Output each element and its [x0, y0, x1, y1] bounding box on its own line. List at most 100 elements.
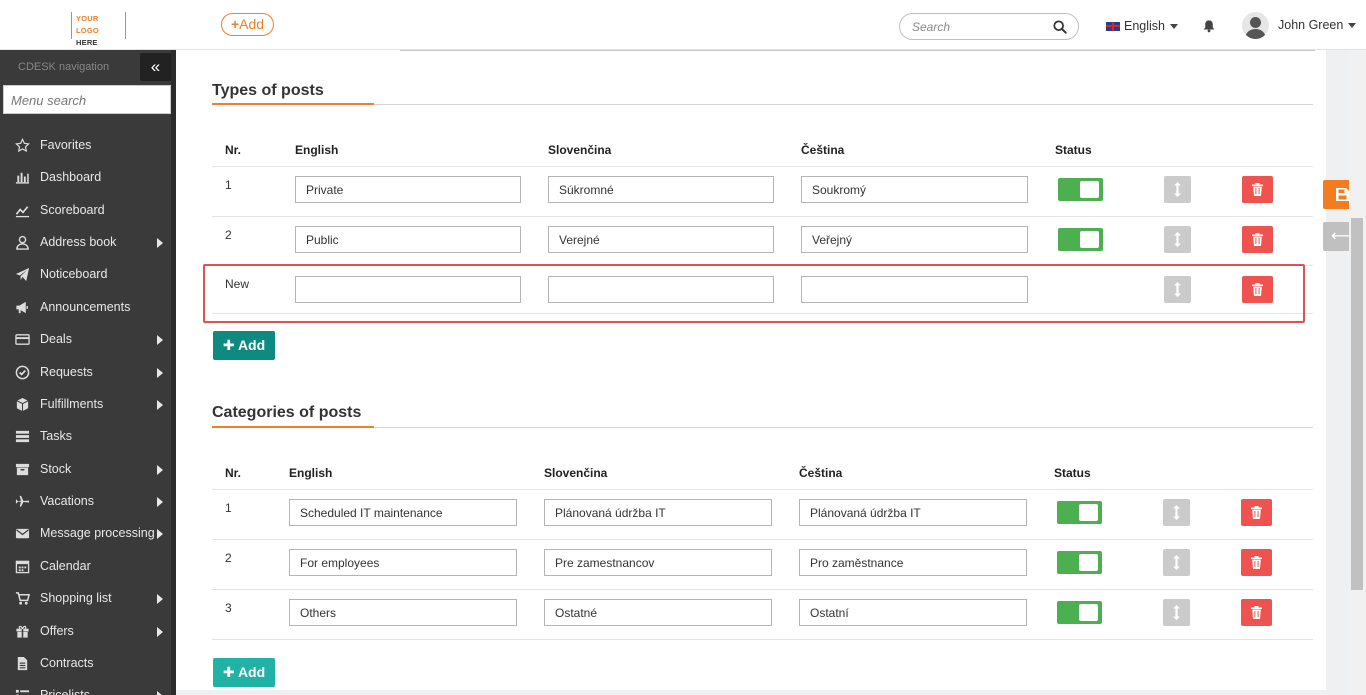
row-number: 3	[225, 601, 232, 615]
add-category-button[interactable]: ✚ Add	[213, 658, 275, 687]
english-field[interactable]	[289, 499, 517, 526]
status-toggle[interactable]	[1058, 228, 1103, 251]
english-field[interactable]	[295, 226, 521, 253]
chevron-right-icon	[157, 368, 163, 378]
slovak-field[interactable]	[548, 226, 774, 253]
sidebar-item-label: Noticeboard	[40, 267, 108, 281]
sidebar-item-favorites[interactable]: Favorites	[0, 129, 171, 161]
sidebar-item-label: Offers	[40, 624, 74, 638]
sidebar-item-calendar[interactable]: Calendar	[0, 550, 171, 582]
sidebar-item-contracts[interactable]: Contracts	[0, 647, 171, 679]
sidebar-item-label: Address book	[40, 235, 117, 249]
sidebar-item-scoreboard[interactable]: Scoreboard	[0, 194, 171, 226]
sidebar-item-shopping-list[interactable]: Shopping list	[0, 582, 171, 614]
sidebar-item-label: Calendar	[40, 559, 91, 573]
types-col-english: English	[295, 143, 339, 157]
trash-icon	[1251, 606, 1262, 619]
chevron-down-icon	[1348, 22, 1357, 28]
plus-icon: ✚	[222, 664, 238, 680]
status-toggle[interactable]	[1057, 501, 1102, 524]
add-type-button[interactable]: ✚ Add	[213, 331, 275, 360]
sidebar-item-fulfillments[interactable]: Fulfillments	[0, 388, 171, 420]
envelope-icon	[14, 525, 30, 541]
sidebar-item-label: Scoreboard	[40, 203, 105, 217]
bell-icon[interactable]	[1202, 19, 1216, 33]
document-icon	[14, 655, 30, 671]
new-row-highlight	[203, 264, 1305, 323]
sidebar-item-pricelists[interactable]: Pricelists	[0, 679, 171, 695]
sidebar-item-label: Tasks	[40, 429, 72, 443]
search-icon[interactable]	[1053, 20, 1067, 34]
reorder-button[interactable]	[1163, 549, 1190, 576]
slovak-field[interactable]	[544, 549, 772, 576]
sidebar-item-label: Fulfillments	[40, 397, 104, 411]
delete-button[interactable]	[1242, 226, 1273, 253]
row-divider	[212, 539, 1313, 540]
delete-button[interactable]	[1241, 599, 1272, 626]
avatar[interactable]	[1242, 12, 1269, 39]
chevron-right-icon	[157, 465, 163, 475]
reorder-button[interactable]	[1163, 499, 1190, 526]
sidebar-item-stock[interactable]: Stock	[0, 453, 171, 485]
sidebar-item-requests[interactable]: Requests	[0, 356, 171, 388]
status-toggle[interactable]	[1057, 601, 1102, 624]
reorder-button[interactable]	[1164, 176, 1191, 203]
delete-button[interactable]	[1242, 176, 1273, 203]
company-logo[interactable]: YOUR LOGO HERE	[71, 12, 126, 47]
delete-button[interactable]	[1241, 549, 1272, 576]
sidebar-item-tasks[interactable]: Tasks	[0, 420, 171, 452]
status-toggle[interactable]	[1057, 551, 1102, 574]
language-selector[interactable]: English	[1106, 18, 1178, 34]
trash-icon	[1252, 233, 1263, 246]
sidebar-item-deals[interactable]: Deals	[0, 323, 171, 355]
sidebar-item-message-processing[interactable]: Message processing	[0, 517, 171, 549]
czech-field[interactable]	[799, 599, 1027, 626]
sidebar-item-label: Pricelists	[40, 688, 91, 695]
cart-icon	[14, 590, 30, 606]
global-search-input[interactable]	[912, 19, 1047, 35]
types-col-czech: Čeština	[801, 143, 845, 157]
sidebar-item-label: Requests	[40, 365, 93, 379]
vertical-arrows-icon	[1173, 555, 1180, 570]
uk-flag-icon	[1106, 21, 1120, 31]
reorder-button[interactable]	[1163, 599, 1190, 626]
header-add-label: Add	[239, 16, 265, 32]
global-search[interactable]	[899, 13, 1079, 40]
logo-text-your: YOUR LOGO	[76, 14, 99, 35]
delete-button[interactable]	[1241, 499, 1272, 526]
sidebar-item-noticeboard[interactable]: Noticeboard	[0, 258, 171, 290]
user-icon	[14, 234, 30, 250]
english-field[interactable]	[289, 549, 517, 576]
header-add-button[interactable]: +Add	[221, 13, 274, 36]
english-field[interactable]	[295, 176, 521, 203]
menu-search[interactable]	[3, 85, 171, 114]
czech-field[interactable]	[799, 549, 1027, 576]
user-name: John Green	[1278, 18, 1344, 32]
gift-icon	[14, 623, 30, 639]
collapse-sidebar-button[interactable]: «	[140, 53, 171, 81]
slovak-field[interactable]	[548, 176, 774, 203]
sidebar-item-address-book[interactable]: Address book	[0, 226, 171, 258]
slovak-field[interactable]	[544, 499, 772, 526]
menu-search-input[interactable]	[11, 92, 161, 108]
czech-field[interactable]	[799, 499, 1027, 526]
credit-card-icon	[14, 331, 30, 347]
reorder-button[interactable]	[1164, 226, 1191, 253]
sidebar-item-vacations[interactable]: Vacations	[0, 485, 171, 517]
trash-icon	[1251, 556, 1262, 569]
types-col-slovak: Slovenčina	[548, 143, 612, 157]
slovak-field[interactable]	[544, 599, 772, 626]
table-header-divider	[212, 166, 1313, 167]
sidebar-item-dashboard[interactable]: Dashboard	[0, 161, 171, 193]
czech-field[interactable]	[801, 226, 1028, 253]
czech-field[interactable]	[801, 176, 1028, 203]
sidebar-item-announcements[interactable]: Announcements	[0, 291, 171, 323]
plus-icon: +	[230, 16, 240, 32]
page-scrollbar-thumb[interactable]	[1351, 218, 1363, 590]
user-menu[interactable]: John Green	[1278, 18, 1357, 32]
status-toggle[interactable]	[1058, 178, 1103, 201]
sidebar-item-label: Message processing	[40, 526, 155, 540]
sidebar-item-offers[interactable]: Offers	[0, 615, 171, 647]
check-circle-icon	[14, 364, 30, 380]
english-field[interactable]	[289, 599, 517, 626]
